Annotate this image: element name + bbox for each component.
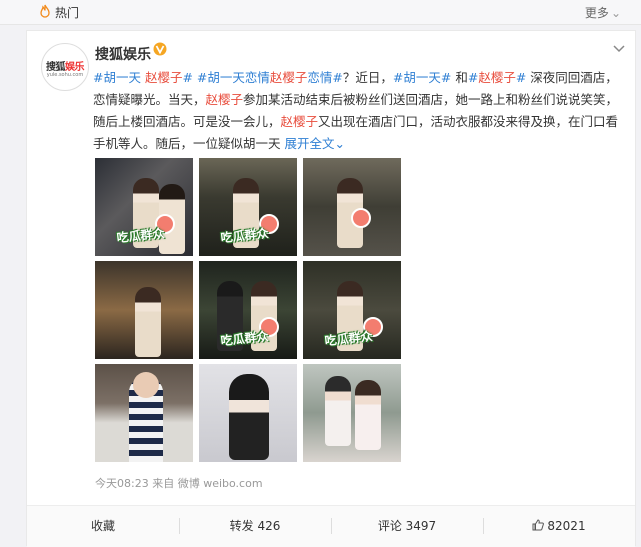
action-bar: 收藏 转发 426 评论 3497 82021 [27,505,635,547]
photo-6[interactable]: 吃瓜群众 [303,261,401,359]
post-time[interactable]: 今天08:23 [95,477,149,490]
photo-7[interactable] [95,364,193,462]
topic-link[interactable]: # [468,70,478,85]
photo-8[interactable] [199,364,297,462]
post-source[interactable]: 微博 weibo.com [178,477,263,490]
photo-9[interactable] [303,364,401,462]
topic-link[interactable]: # #胡一天恋情 [182,70,269,85]
photo-3[interactable] [303,158,401,256]
favorite-button[interactable]: 收藏 [27,506,179,547]
topic-link[interactable]: 恋情# [307,70,342,85]
post-text: #胡一天 赵樱子# #胡一天恋情赵樱子恋情#？近日，#胡一天# 和#赵樱子# 深… [93,67,623,155]
text-segment: ？近日， [342,70,393,85]
like-button[interactable]: 82021 [483,506,635,547]
more-label: 更多 [584,6,609,20]
comment-button[interactable]: 评论 3497 [331,506,483,547]
name-link[interactable]: 赵樱子 [478,70,516,85]
photo-1[interactable]: 吃瓜群众 [95,158,193,256]
avatar-logo-text: 搜狐娱乐 [46,62,85,73]
text-segment: 和 [451,70,468,85]
topic-link[interactable]: # [516,70,526,85]
avatar[interactable]: 搜狐娱乐 yule.sohu.com [41,43,89,91]
fire-icon [40,4,50,18]
like-count: 82021 [547,519,586,533]
weibo-post-card: 搜狐娱乐 yule.sohu.com 搜狐娱乐 #胡一天 赵樱子# #胡一天恋情… [26,30,636,547]
thumbs-up-icon [532,519,545,531]
name-link[interactable]: 赵樱子 [281,114,319,129]
photo-2[interactable]: 吃瓜群众 [199,158,297,256]
repost-button[interactable]: 转发 426 [179,506,331,547]
name-link[interactable]: 赵樱子 [145,70,183,85]
avatar-logo-url: yule.sohu.com [46,72,84,78]
top-bar: 热门 更多 ⌄ [0,0,641,25]
verified-badge-icon [153,42,167,56]
chevron-down-icon: ⌄ [610,6,621,20]
name-link[interactable]: 赵樱子 [270,70,308,85]
post-meta: 今天08:23 来自 微博 weibo.com [95,475,263,491]
chevron-down-icon[interactable] [613,45,625,53]
name-link[interactable]: 赵樱子 [206,92,244,107]
expand-link[interactable]: 展开全文⌄ [285,136,346,151]
topic-link[interactable]: #胡一天 [93,70,145,85]
photo-5[interactable]: 吃瓜群众 [199,261,297,359]
topic-link[interactable]: #胡一天# [393,70,451,85]
chevron-down-icon: ⌄ [334,136,345,151]
source-prefix: 来自 [152,477,175,490]
author-name[interactable]: 搜狐娱乐 [95,44,151,64]
photo-grid: 吃瓜群众 吃瓜群众 吃瓜群众 吃瓜群众 [95,158,401,462]
section-title: 热门 [55,6,80,20]
photo-4[interactable] [95,261,193,359]
more-link[interactable]: 更多 ⌄ [585,4,621,21]
